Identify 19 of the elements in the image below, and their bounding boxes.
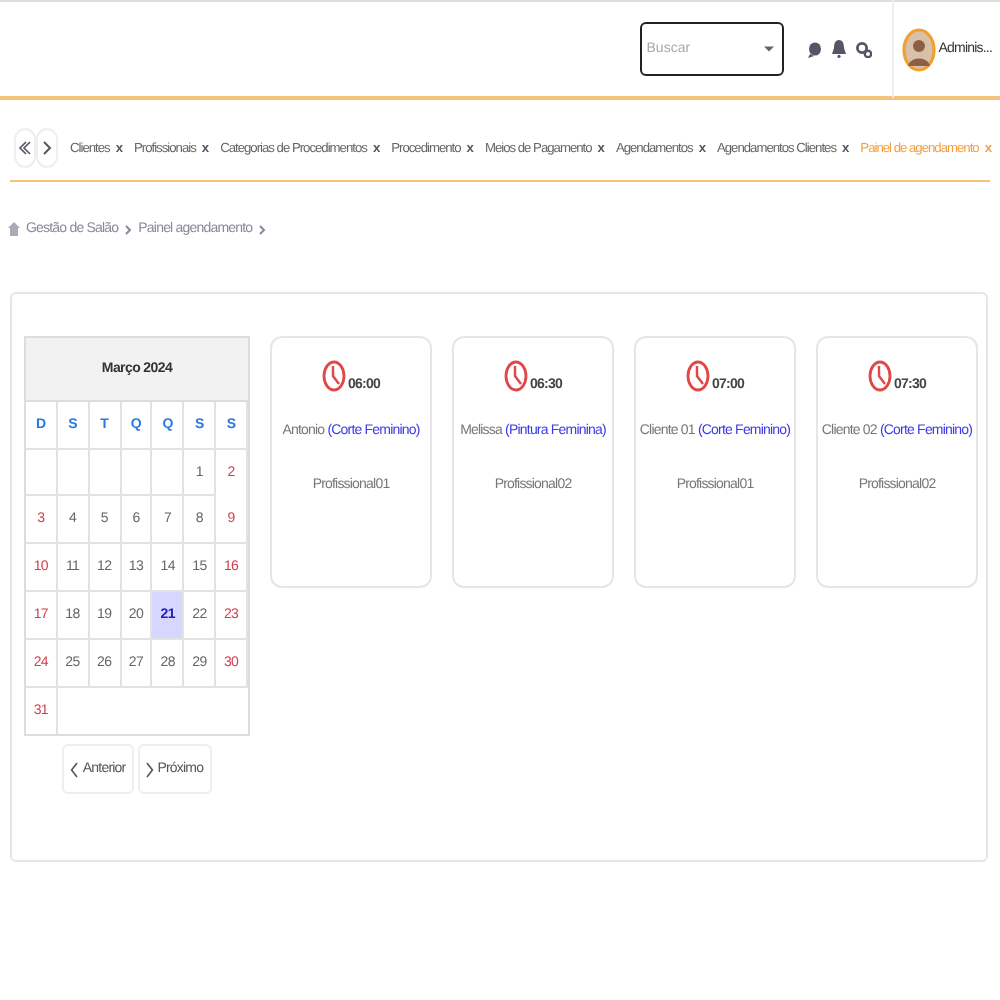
clock-icon (322, 360, 347, 392)
empty-calendar-cell (121, 450, 153, 496)
clock-icon (504, 360, 529, 392)
caret-icon (764, 44, 775, 54)
chevron-icon (258, 223, 267, 235)
bell-icon[interactable] (832, 40, 847, 58)
empty-calendar-cell (89, 450, 122, 496)
empty-calendar-cell (57, 450, 90, 496)
previous-icon[interactable] (14, 128, 36, 168)
chat-icon[interactable] (808, 41, 823, 57)
chevron-icon (124, 223, 133, 235)
next-icon[interactable] (36, 128, 58, 168)
chevron-right-icon (145, 761, 154, 777)
clock-icon (686, 360, 711, 392)
avatar-icon[interactable] (902, 27, 937, 71)
clock-icon (868, 360, 893, 392)
empty-calendar-cell (152, 450, 185, 496)
settings-icon[interactable] (856, 41, 873, 57)
chevron-left-icon (70, 761, 79, 777)
